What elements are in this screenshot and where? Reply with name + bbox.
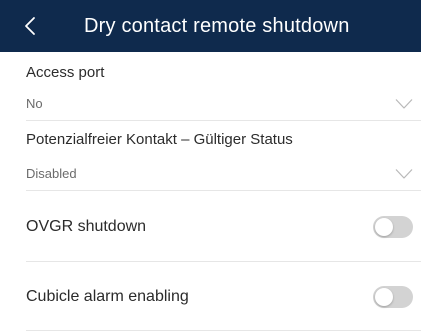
cubicle-alarm-label: Cubicle alarm enabling	[26, 288, 189, 305]
page-title: Dry contact remote shutdown	[84, 15, 350, 37]
dry-contact-status-value: Disabled	[26, 166, 77, 181]
chevron-down-icon[interactable]	[395, 168, 413, 180]
access-port-value: No	[26, 96, 43, 111]
chevron-down-icon[interactable]	[395, 98, 413, 110]
chevron-left-icon	[25, 17, 35, 35]
ovgr-shutdown-toggle[interactable]	[373, 216, 413, 238]
app-header: Dry contact remote shutdown	[0, 0, 421, 52]
toggle-knob	[375, 218, 393, 236]
cubicle-alarm-setting: Cubicle alarm enabling	[0, 267, 421, 327]
toggle-knob	[375, 288, 393, 306]
back-button[interactable]	[17, 11, 43, 41]
dry-contact-status-setting[interactable]: Potenzialfreier Kontakt – Gültiger Statu…	[0, 121, 421, 189]
ovgr-shutdown-setting: OVGR shutdown	[0, 197, 421, 257]
divider	[26, 190, 421, 191]
divider	[26, 261, 421, 262]
access-port-setting[interactable]: Access port No	[0, 52, 421, 120]
cubicle-alarm-toggle[interactable]	[373, 286, 413, 308]
dry-contact-status-label: Potenzialfreier Kontakt – Gültiger Statu…	[26, 131, 293, 148]
access-port-label: Access port	[26, 64, 105, 81]
ovgr-shutdown-label: OVGR shutdown	[26, 218, 147, 235]
